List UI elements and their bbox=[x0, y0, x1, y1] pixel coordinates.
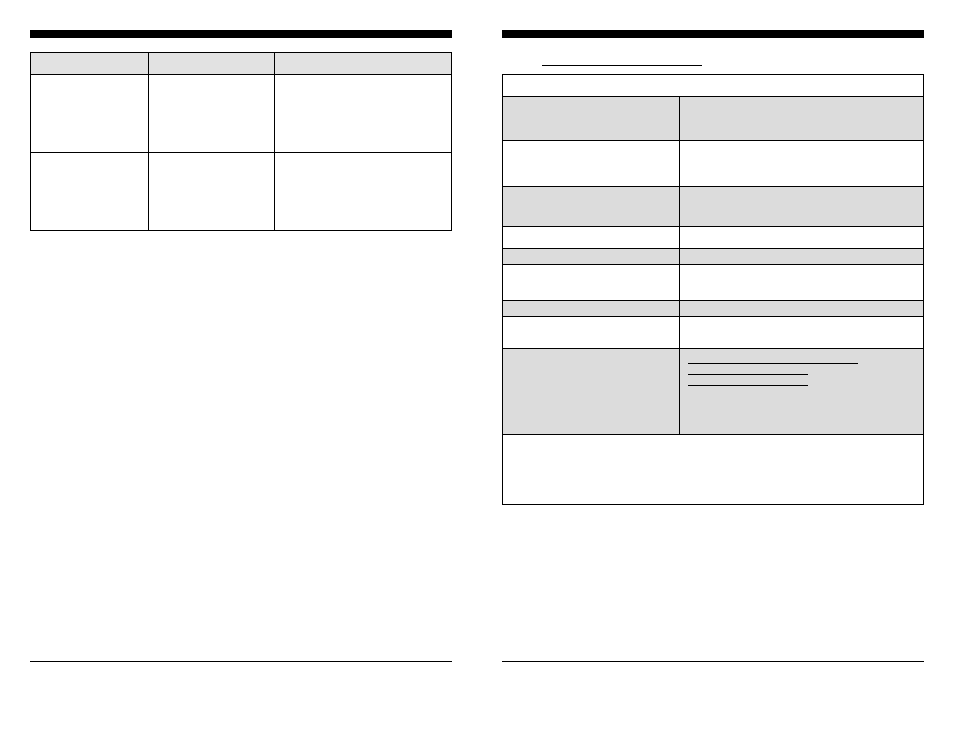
right-table-header-row bbox=[503, 75, 924, 97]
right-heading-bar bbox=[502, 30, 924, 38]
right-bottom-cell bbox=[503, 435, 924, 505]
right-label bbox=[503, 187, 680, 227]
right-table-row bbox=[503, 141, 924, 187]
left-table-row bbox=[31, 75, 452, 153]
right-label bbox=[503, 265, 680, 301]
right-label bbox=[503, 301, 680, 317]
left-column bbox=[30, 30, 452, 670]
right-value bbox=[679, 97, 923, 141]
right-table-row bbox=[503, 97, 924, 141]
right-label bbox=[503, 249, 680, 265]
right-value bbox=[679, 249, 923, 265]
right-table-row bbox=[503, 249, 924, 265]
left-cell bbox=[31, 75, 149, 153]
link-underline bbox=[688, 374, 808, 375]
left-table-row bbox=[31, 153, 452, 231]
left-cell bbox=[275, 75, 452, 153]
right-label bbox=[503, 141, 680, 187]
left-cell bbox=[148, 75, 274, 153]
right-value bbox=[679, 265, 923, 301]
left-th-1 bbox=[31, 53, 149, 75]
left-cell bbox=[31, 153, 149, 231]
left-footer-rule bbox=[30, 661, 452, 662]
right-table-links-row bbox=[503, 349, 924, 435]
left-cell bbox=[275, 153, 452, 231]
right-value bbox=[679, 301, 923, 317]
left-th-3 bbox=[275, 53, 452, 75]
left-table bbox=[30, 52, 452, 231]
left-th-2 bbox=[148, 53, 274, 75]
right-links-label bbox=[503, 349, 680, 435]
right-section-underline bbox=[542, 52, 702, 66]
right-table bbox=[502, 74, 924, 505]
right-table-row bbox=[503, 265, 924, 301]
link-underline bbox=[688, 385, 808, 386]
right-table-row bbox=[503, 301, 924, 317]
right-table-row bbox=[503, 187, 924, 227]
right-value bbox=[679, 317, 923, 349]
right-value bbox=[679, 141, 923, 187]
link-underline bbox=[688, 363, 858, 364]
left-cell bbox=[148, 153, 274, 231]
right-table-bottom-row bbox=[503, 435, 924, 505]
left-table-header-row bbox=[31, 53, 452, 75]
left-heading-bar bbox=[30, 30, 452, 38]
right-table-row bbox=[503, 227, 924, 249]
right-value bbox=[679, 187, 923, 227]
right-label bbox=[503, 97, 680, 141]
right-value bbox=[679, 227, 923, 249]
right-label bbox=[503, 227, 680, 249]
right-footer-rule bbox=[502, 661, 924, 662]
right-table-header bbox=[503, 75, 924, 97]
right-column bbox=[502, 30, 924, 670]
right-label bbox=[503, 317, 680, 349]
right-links-cell bbox=[679, 349, 923, 435]
right-table-row bbox=[503, 317, 924, 349]
